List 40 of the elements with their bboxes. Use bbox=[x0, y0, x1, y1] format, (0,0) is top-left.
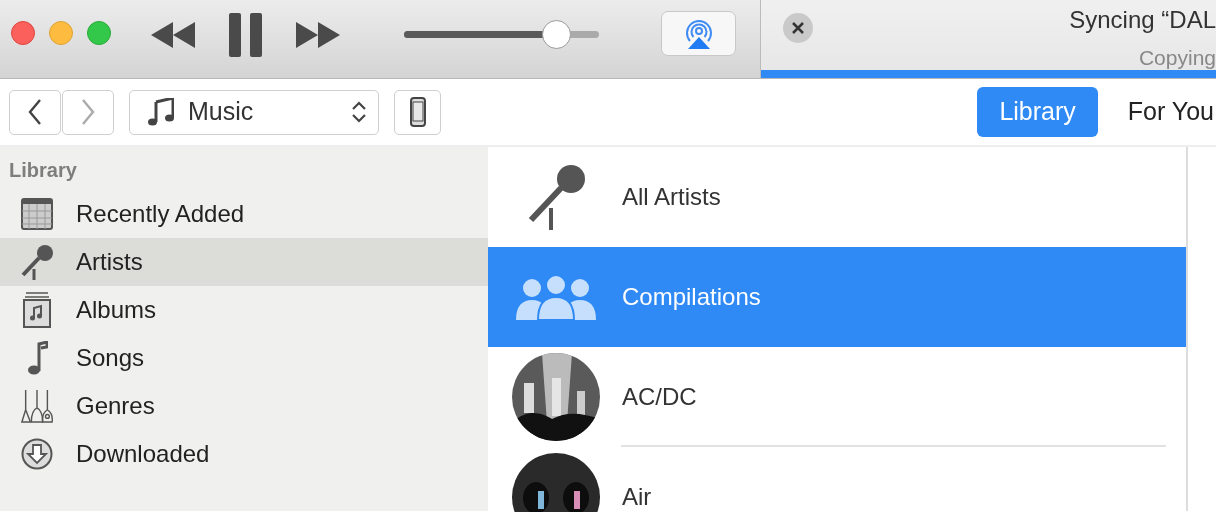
sidebar-item[interactable]: Albums bbox=[0, 286, 488, 334]
close-icon bbox=[792, 22, 804, 34]
sync-subtitle: Copying bbox=[1137, 45, 1216, 71]
back-button[interactable] bbox=[9, 89, 61, 135]
download-icon bbox=[21, 438, 53, 470]
cancel-sync-button[interactable] bbox=[783, 13, 813, 43]
phone-icon bbox=[409, 97, 426, 127]
device-button[interactable] bbox=[394, 89, 441, 135]
artist-row[interactable]: All Artists bbox=[488, 147, 1186, 247]
artist-name: AC/DC bbox=[622, 382, 697, 412]
sidebar-item[interactable]: Downloaded bbox=[0, 430, 488, 478]
close-button[interactable] bbox=[11, 21, 35, 45]
artist-name: Air bbox=[622, 482, 652, 512]
artist-name: Compilations bbox=[622, 282, 761, 312]
calendar-grid-icon bbox=[21, 198, 53, 230]
artist-row[interactable]: AC/DC bbox=[488, 347, 1186, 447]
guitars-icon bbox=[20, 388, 54, 424]
microphone-icon bbox=[20, 244, 54, 280]
sidebar-item[interactable]: Artists bbox=[0, 238, 488, 286]
artist-row[interactable]: Air bbox=[488, 447, 1186, 512]
fast-forward-icon[interactable] bbox=[296, 22, 340, 48]
media-picker[interactable]: Music bbox=[129, 89, 379, 135]
volume-thumb[interactable] bbox=[542, 20, 572, 49]
up-down-chevron-icon bbox=[352, 101, 366, 123]
tab[interactable]: For You bbox=[1105, 87, 1216, 137]
sidebar-heading: Library bbox=[8, 158, 78, 183]
music-note-icon bbox=[26, 341, 48, 375]
sidebar-item[interactable]: Recently Added bbox=[0, 190, 488, 238]
airplay-button[interactable] bbox=[661, 11, 736, 56]
sync-title: Syncing “DAL bbox=[1068, 5, 1216, 35]
rewind-icon[interactable] bbox=[151, 22, 195, 48]
music-note-icon bbox=[148, 98, 174, 126]
pause-icon[interactable] bbox=[229, 13, 262, 57]
forward-chevron-icon bbox=[81, 99, 95, 125]
sidebar-item[interactable]: Genres bbox=[0, 382, 488, 430]
back-chevron-icon bbox=[28, 99, 42, 125]
album-stack-icon bbox=[22, 292, 52, 328]
sidebar-item[interactable]: Songs bbox=[0, 334, 488, 382]
artist-name: All Artists bbox=[622, 182, 721, 212]
people-group-icon bbox=[516, 274, 596, 320]
